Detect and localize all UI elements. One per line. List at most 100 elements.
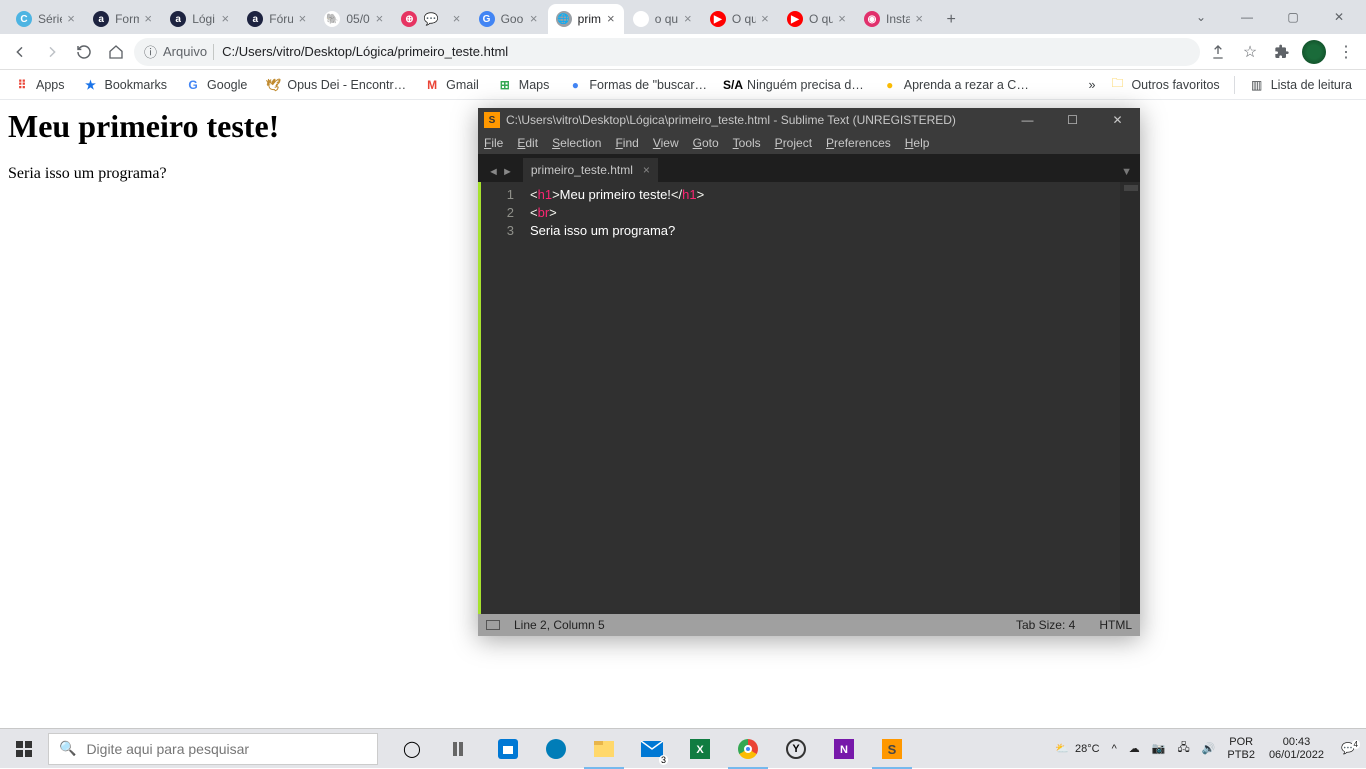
home-button[interactable]: [102, 38, 130, 66]
cortana-icon[interactable]: [436, 729, 484, 769]
menu-item-preferences[interactable]: Preferences: [826, 136, 891, 150]
code-line[interactable]: <h1>Meu primeiro teste!</h1>: [530, 186, 1120, 204]
close-icon[interactable]: ×: [64, 12, 78, 26]
syntax-mode[interactable]: HTML: [1099, 618, 1132, 632]
action-center-icon[interactable]: 💬4: [1334, 742, 1362, 755]
sublime-editor[interactable]: 123 <h1>Meu primeiro teste!</h1><br>Seri…: [478, 182, 1140, 614]
tray-overflow-icon[interactable]: ^: [1108, 743, 1121, 755]
cursor-position[interactable]: Line 2, Column 5: [514, 618, 605, 632]
browser-tab[interactable]: GGoo×: [471, 4, 547, 34]
bookmark-item[interactable]: MGmail: [418, 75, 485, 95]
bookmark-item[interactable]: S/ANinguém precisa d…: [719, 75, 870, 95]
close-icon[interactable]: ×: [527, 12, 541, 26]
dell-icon[interactable]: [532, 729, 580, 769]
bookmark-item[interactable]: ★Bookmarks: [77, 75, 174, 95]
close-icon[interactable]: ×: [758, 12, 772, 26]
onenote-icon[interactable]: N: [820, 729, 868, 769]
menu-item-edit[interactable]: Edit: [517, 136, 538, 150]
sublime-window[interactable]: S C:\Users\vitro\Desktop\Lógica\primeiro…: [478, 108, 1140, 636]
minimize-button[interactable]: —: [1224, 0, 1270, 34]
chevron-down-icon[interactable]: ⌄: [1178, 0, 1224, 34]
profile-avatar[interactable]: [1300, 38, 1328, 66]
close-icon[interactable]: ×: [835, 12, 849, 26]
reload-button[interactable]: [70, 38, 98, 66]
browser-tab[interactable]: aLógi×: [162, 4, 238, 34]
sublime-close-button[interactable]: ✕: [1095, 108, 1140, 132]
sublime-taskbar-icon[interactable]: S: [868, 729, 916, 769]
chrome-menu-icon[interactable]: ⋮: [1332, 38, 1360, 66]
browser-tab[interactable]: ▶O qu×: [779, 4, 855, 34]
browser-tab[interactable]: ◉Insta×: [856, 4, 932, 34]
browser-tab[interactable]: 🌐prim×: [548, 4, 624, 34]
volume-icon[interactable]: 🔊: [1198, 742, 1220, 755]
site-info-chip[interactable]: ⓘ Arquivo: [144, 42, 214, 61]
weather-widget[interactable]: ⛅28°C: [1051, 742, 1103, 755]
browser-tab[interactable]: ▶O qu×: [702, 4, 778, 34]
close-icon[interactable]: ×: [681, 12, 695, 26]
store-icon[interactable]: [484, 729, 532, 769]
menu-item-tools[interactable]: Tools: [733, 136, 761, 150]
chrome-icon[interactable]: [724, 729, 772, 769]
browser-tab[interactable]: ⊕💬×: [393, 4, 469, 34]
close-icon[interactable]: ×: [604, 12, 618, 26]
close-icon[interactable]: ×: [450, 12, 464, 26]
close-button[interactable]: ✕: [1316, 0, 1362, 34]
start-button[interactable]: [0, 729, 48, 769]
yandex-icon[interactable]: Y: [772, 729, 820, 769]
clock[interactable]: 00:4306/01/2022: [1263, 736, 1330, 762]
code-line[interactable]: Seria isso um programa?: [530, 222, 1120, 240]
sublime-minimize-button[interactable]: —: [1005, 108, 1050, 132]
new-tab-button[interactable]: +: [937, 6, 965, 34]
reading-list[interactable]: ▥Lista de leitura: [1243, 75, 1358, 95]
tab-size[interactable]: Tab Size: 4: [1016, 618, 1075, 632]
sublime-titlebar[interactable]: S C:\Users\vitro\Desktop\Lógica\primeiro…: [478, 108, 1140, 132]
bookmark-item[interactable]: ●Aprenda a rezar a C…: [876, 75, 1035, 95]
bookmark-item[interactable]: GGoogle: [179, 75, 253, 95]
address-bar[interactable]: ⓘ Arquivo C:/Users/vitro/Desktop/Lógica/…: [134, 38, 1200, 66]
panel-toggle-icon[interactable]: [486, 620, 500, 630]
language-indicator[interactable]: PORPTB2: [1223, 736, 1259, 762]
menu-item-view[interactable]: View: [653, 136, 679, 150]
code-area[interactable]: <h1>Meu primeiro teste!</h1><br>Seria is…: [524, 182, 1120, 614]
close-icon[interactable]: ×: [295, 12, 309, 26]
bookmarks-overflow-icon[interactable]: »: [1089, 78, 1096, 92]
task-view-icon[interactable]: ◯: [388, 729, 436, 769]
bookmark-item[interactable]: ⠿Apps: [8, 75, 71, 95]
close-icon[interactable]: ×: [141, 12, 155, 26]
bookmark-item[interactable]: ●Formas de "buscar…: [561, 75, 713, 95]
other-bookmarks[interactable]: 🗀Outros favoritos: [1103, 75, 1225, 95]
menu-item-goto[interactable]: Goto: [693, 136, 719, 150]
close-icon[interactable]: ×: [643, 163, 650, 177]
menu-item-file[interactable]: File: [484, 136, 503, 150]
tab-dropdown-icon[interactable]: ▼: [1113, 166, 1140, 182]
browser-tab[interactable]: CSérie×: [8, 4, 84, 34]
bookmark-item[interactable]: 🕊Opus Dei - Encontr…: [259, 75, 412, 95]
browser-tab[interactable]: 🐘05/0×: [316, 4, 392, 34]
menu-item-help[interactable]: Help: [905, 136, 930, 150]
menu-item-find[interactable]: Find: [615, 136, 638, 150]
forward-button[interactable]: [38, 38, 66, 66]
explorer-icon[interactable]: [580, 729, 628, 769]
browser-tab[interactable]: aForm×: [85, 4, 161, 34]
tab-nav-arrows[interactable]: ◄ ►: [484, 166, 517, 182]
mail-icon[interactable]: 3: [628, 729, 676, 769]
bookmark-star-icon[interactable]: ☆: [1236, 38, 1264, 66]
minimap[interactable]: [1120, 182, 1140, 614]
onedrive-icon[interactable]: ☁: [1125, 742, 1144, 755]
meet-now-icon[interactable]: 📷: [1148, 742, 1170, 755]
back-button[interactable]: [6, 38, 34, 66]
network-icon[interactable]: 🖧: [1173, 739, 1193, 758]
browser-tab[interactable]: Go qu×: [625, 4, 701, 34]
close-icon[interactable]: ×: [912, 12, 926, 26]
sublime-file-tab[interactable]: primeiro_teste.html ×: [523, 158, 658, 182]
menu-item-selection[interactable]: Selection: [552, 136, 601, 150]
sublime-maximize-button[interactable]: ☐: [1050, 108, 1095, 132]
excel-icon[interactable]: X: [676, 729, 724, 769]
close-icon[interactable]: ×: [218, 12, 232, 26]
browser-tab[interactable]: aFóru×: [239, 4, 315, 34]
extensions-icon[interactable]: [1268, 38, 1296, 66]
taskbar-search[interactable]: 🔍 Digite aqui para pesquisar: [48, 733, 378, 765]
close-icon[interactable]: ×: [372, 12, 386, 26]
maximize-button[interactable]: ▢: [1270, 0, 1316, 34]
menu-item-project[interactable]: Project: [775, 136, 812, 150]
